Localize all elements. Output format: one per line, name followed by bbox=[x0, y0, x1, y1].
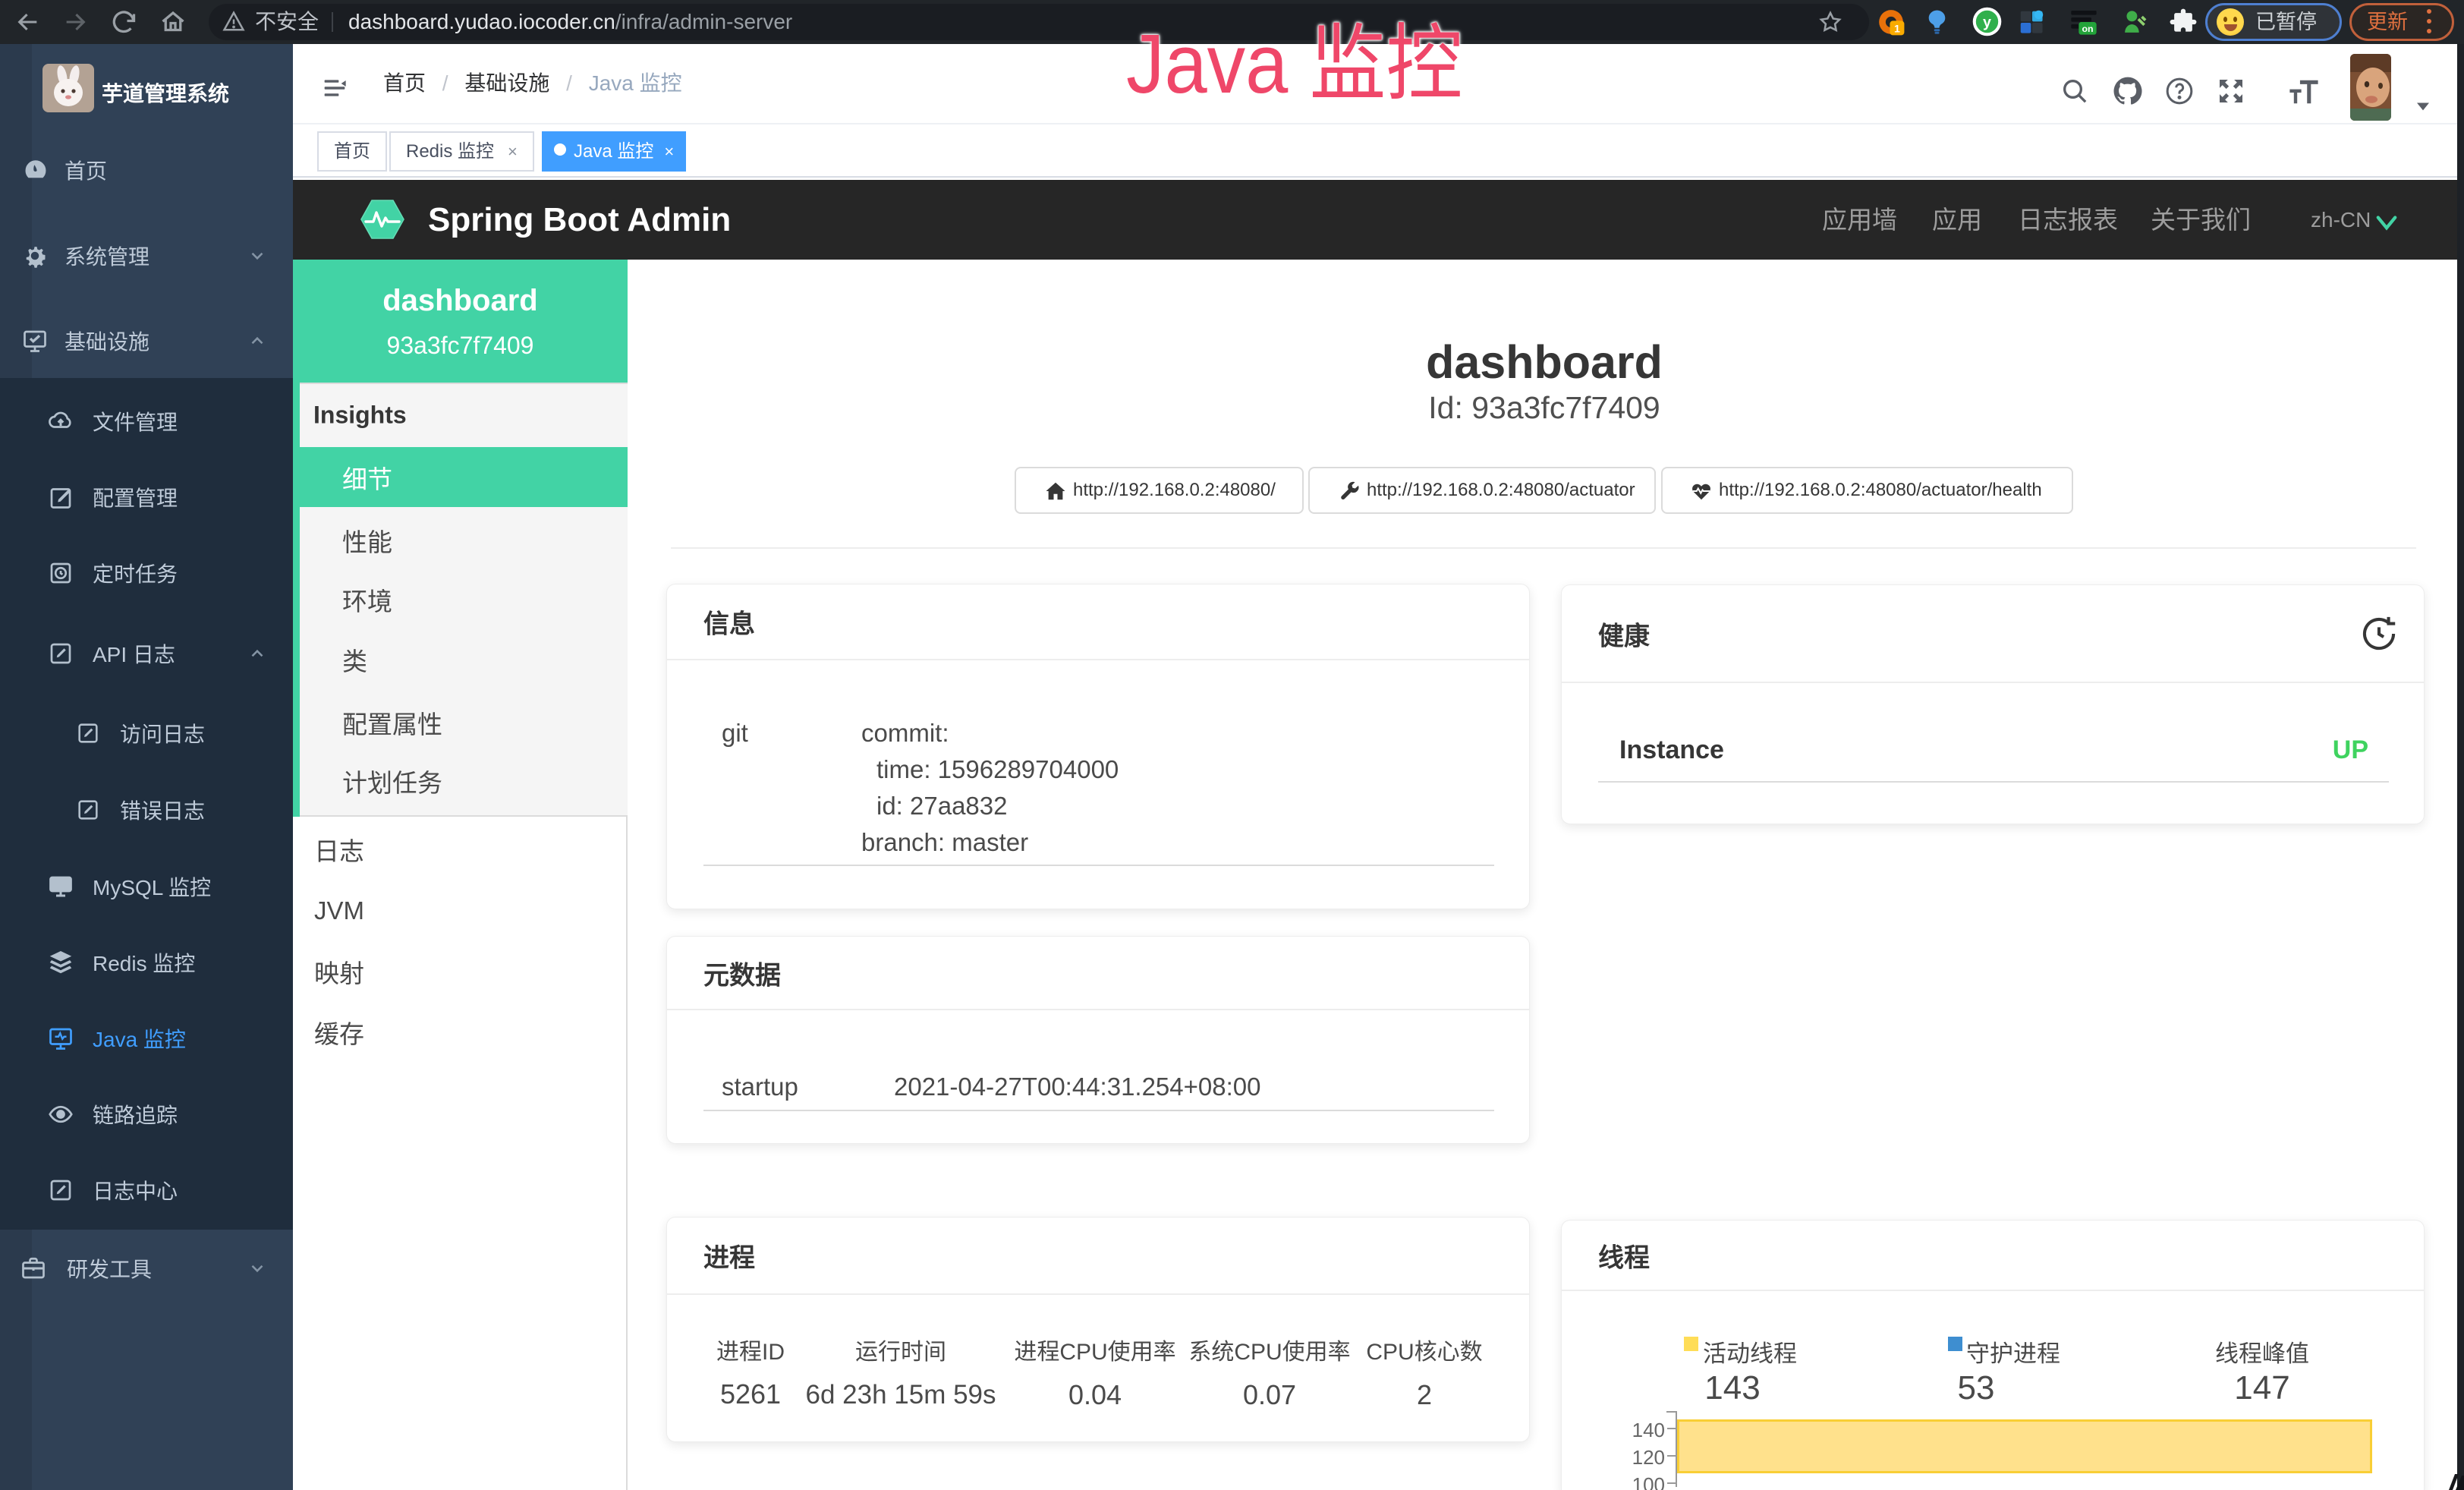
svg-text:1: 1 bbox=[1894, 23, 1900, 35]
svg-text:y: y bbox=[1983, 14, 1991, 31]
svg-text:on: on bbox=[2082, 24, 2093, 34]
